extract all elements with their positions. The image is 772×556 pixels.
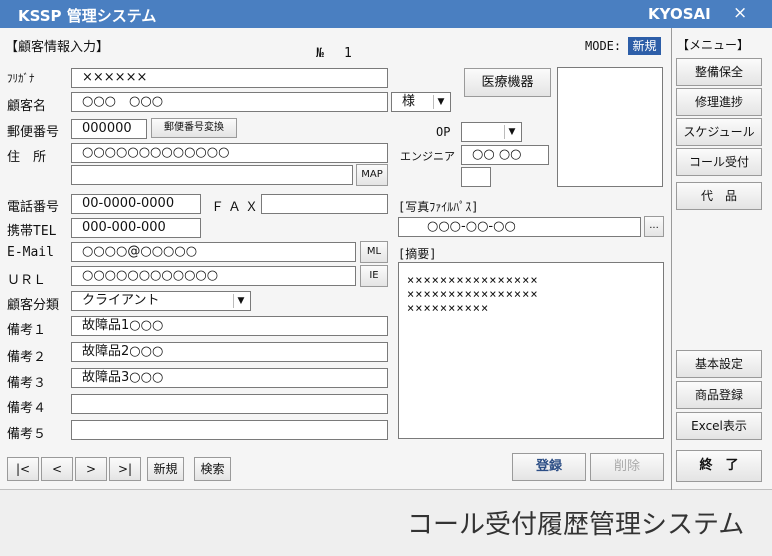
company-name: KYOSAI	[648, 5, 711, 23]
postal-convert-button[interactable]: 郵便番号変換	[151, 118, 237, 138]
record-number: 1	[344, 46, 352, 61]
furigana-label: ﾌﾘｶﾞﾅ	[7, 72, 35, 85]
menu-item-product-registration[interactable]: 商品登録	[676, 381, 762, 409]
prev-record-button[interactable]: <	[41, 457, 73, 481]
title-bar: KSSP 管理システム KYOSAI ×	[0, 0, 772, 28]
browse-button[interactable]: ...	[644, 216, 664, 237]
menu-item-maintenance[interactable]: 整備保全	[676, 58, 762, 86]
url-input[interactable]: ○○○○○○○○○○○○	[71, 266, 356, 286]
honorific-select[interactable]: 様 ▼	[391, 92, 451, 112]
section-title: 【顧客情報入力】	[5, 40, 110, 55]
postal-label: 郵便番号	[7, 125, 60, 140]
register-button[interactable]: 登録	[512, 453, 586, 481]
new-button[interactable]: 新規	[147, 457, 184, 481]
note5-label: 備考５	[7, 427, 47, 442]
note4-input[interactable]	[71, 394, 388, 414]
photo-path-label: [写真ﾌｧｲﾙﾊﾟｽ]	[398, 200, 479, 214]
name-label: 顧客名	[7, 99, 47, 114]
next-record-button[interactable]: >	[75, 457, 107, 481]
menu-item-excel-view[interactable]: Excel表示	[676, 412, 762, 440]
last-record-button[interactable]: >|	[109, 457, 141, 481]
system-caption: コール受付履歴管理システム	[407, 510, 745, 540]
note2-label: 備考２	[7, 350, 47, 365]
mobile-input[interactable]: 000-000-000	[71, 218, 201, 238]
address2-input[interactable]	[71, 165, 353, 185]
tel-label: 電話番号	[7, 200, 60, 215]
menu-item-substitute[interactable]: 代 品	[676, 182, 762, 210]
mobile-label: 携帯TEL	[7, 224, 57, 239]
name-input[interactable]: ○○○ ○○○	[71, 92, 388, 112]
medical-equipment-button[interactable]: 医療機器	[464, 68, 551, 97]
record-number-label: №	[316, 46, 324, 61]
address1-input[interactable]: ○○○○○○○○○○○○○	[71, 143, 388, 163]
note3-label: 備考３	[7, 376, 47, 391]
summary-line: ××××××××××××××××	[407, 273, 539, 287]
chevron-down-icon: ▼	[433, 95, 448, 109]
note1-label: 備考１	[7, 323, 47, 338]
ml-button[interactable]: ML	[360, 241, 388, 263]
photo-path-input[interactable]: ○○○-○○-○○	[398, 217, 641, 237]
category-label: 顧客分類	[7, 298, 60, 313]
note5-input[interactable]	[71, 420, 388, 440]
category-value: クライアント	[82, 293, 160, 308]
menu-divider	[671, 28, 672, 490]
chevron-down-icon: ▼	[504, 125, 519, 139]
summary-line: ××××××××××××××××	[407, 287, 539, 301]
map-button[interactable]: MAP	[356, 164, 388, 186]
category-select[interactable]: クライアント ▼	[71, 291, 251, 311]
mode-badge: 新規	[628, 37, 661, 55]
fax-input[interactable]	[261, 194, 388, 214]
op-select[interactable]: ▼	[461, 122, 522, 142]
engineer-sub-input[interactable]	[461, 167, 491, 187]
exit-button[interactable]: 終 了	[676, 450, 762, 482]
chevron-down-icon: ▼	[233, 294, 248, 308]
menu-item-schedule[interactable]: スケジュール	[676, 118, 762, 146]
menu-item-basic-settings[interactable]: 基本設定	[676, 350, 762, 378]
footer: コール受付履歴管理システム	[0, 490, 772, 556]
email-input[interactable]: ○○○○@○○○○○	[71, 242, 356, 262]
engineer-input[interactable]: ○○ ○○	[461, 145, 549, 165]
menu-title: 【メニュー】	[677, 38, 750, 52]
furigana-input[interactable]: ××××××	[71, 68, 388, 88]
url-label: ＵＲＬ	[7, 273, 47, 288]
close-icon[interactable]: ×	[733, 3, 747, 23]
delete-button[interactable]: 削除	[590, 453, 664, 481]
honorific-value: 様	[402, 94, 416, 109]
first-record-button[interactable]: |<	[7, 457, 39, 481]
summary-textarea[interactable]: ×××××××××××××××× ×××××××××××××××× ××××××…	[398, 262, 664, 439]
address-label: 住 所	[7, 150, 47, 165]
tel-input[interactable]: 00-0000-0000	[71, 194, 201, 214]
op-label: OP	[436, 125, 451, 139]
search-button[interactable]: 検索	[194, 457, 231, 481]
note4-label: 備考４	[7, 401, 47, 416]
photo-preview	[557, 67, 663, 187]
menu-item-call-reception[interactable]: コール受付	[676, 148, 762, 176]
app-title: KSSP 管理システム	[18, 7, 157, 25]
summary-label: [摘要]	[398, 247, 437, 261]
note3-input[interactable]: 故障品3○○○	[71, 368, 388, 388]
note2-input[interactable]: 故障品2○○○	[71, 342, 388, 362]
engineer-label: エンジニア	[400, 150, 455, 163]
email-label: E-Mail	[7, 245, 54, 260]
fax-label: ＦＡＸ	[211, 200, 263, 215]
mode-label: MODE:	[585, 39, 622, 53]
note1-input[interactable]: 故障品1○○○	[71, 316, 388, 336]
ie-button[interactable]: IE	[360, 265, 388, 287]
postal-input[interactable]: 000000	[71, 119, 147, 139]
menu-item-repair-progress[interactable]: 修理進捗	[676, 88, 762, 116]
summary-line: ××××××××××	[407, 301, 490, 315]
